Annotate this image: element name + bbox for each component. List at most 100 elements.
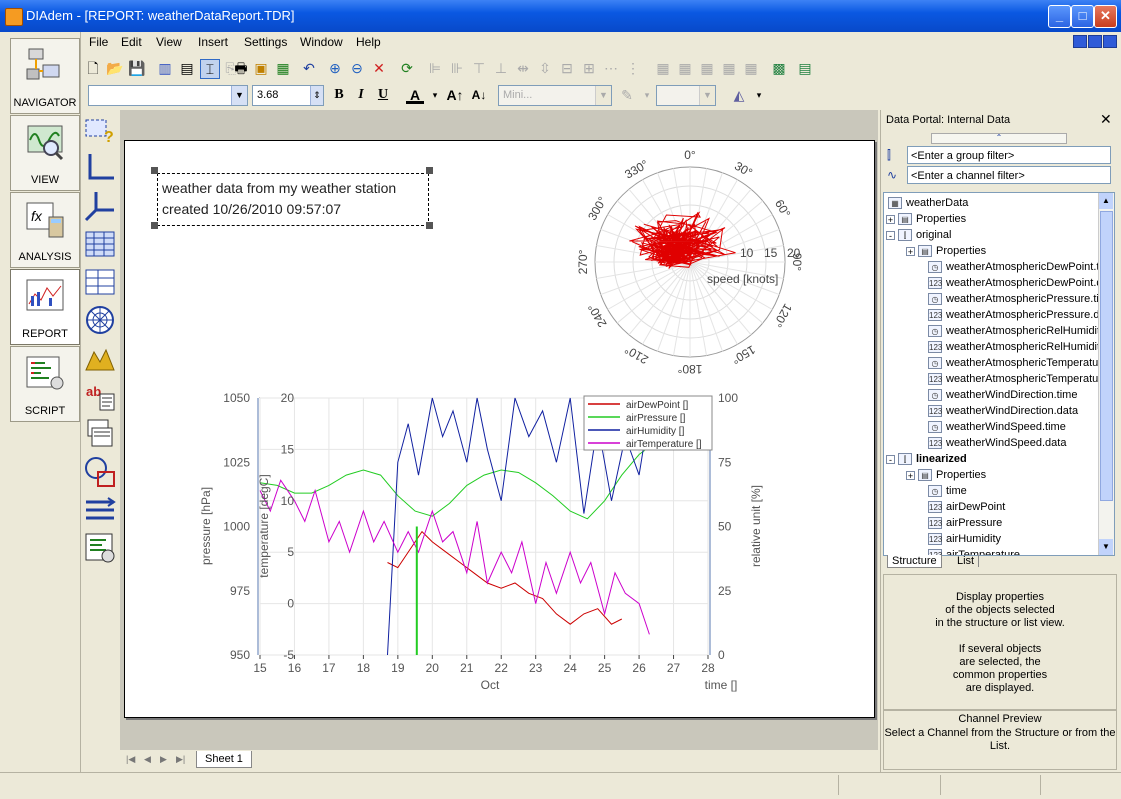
font-size-combo[interactable]: 3.68 ⇕ — [252, 85, 324, 106]
same-height-icon[interactable]: ⊞ — [580, 59, 598, 77]
tree-node[interactable]: ◷ weatherWindDirection.time — [928, 387, 1077, 403]
align-top-icon[interactable]: ⊤ — [470, 59, 488, 77]
tree-node[interactable]: 123 weatherAtmosphericPressure.d — [928, 307, 1099, 323]
script-object-icon[interactable] — [84, 532, 116, 564]
tree-node[interactable]: ⫿ linearized — [898, 451, 967, 467]
grid-a-icon[interactable]: ▦ — [654, 59, 672, 77]
tree-node[interactable]: 123 weatherAtmosphericTemperatu — [928, 371, 1098, 387]
tree-node[interactable]: 123 weatherWindSpeed.data — [928, 435, 1066, 451]
grow-font-icon[interactable]: A↑ — [446, 86, 464, 104]
menu-view[interactable]: View — [156, 35, 182, 49]
tab-structure[interactable]: Structure — [887, 555, 942, 568]
analysis-button[interactable]: fx ANALYSIS — [10, 192, 80, 268]
scroll-down-icon[interactable]: ▼ — [1099, 539, 1113, 555]
delete-icon[interactable]: ✕ — [370, 59, 388, 77]
line-color-icon[interactable]: ✎ — [618, 86, 636, 104]
font-color-dropdown-icon[interactable]: ▾ — [426, 86, 444, 104]
3d-axis-icon[interactable] — [84, 190, 116, 222]
resize-handle[interactable] — [151, 167, 158, 174]
mdi-minimize-button[interactable] — [1073, 35, 1087, 48]
chevron-down-icon[interactable]: ▼ — [595, 86, 611, 105]
menu-help[interactable]: Help — [356, 35, 381, 49]
frame-help-icon[interactable]: ? — [84, 114, 116, 146]
tree-node[interactable]: ▤ Properties — [918, 467, 986, 483]
grid-d-icon[interactable]: ▦ — [720, 59, 738, 77]
insert-image-icon[interactable]: ▩ — [770, 59, 788, 77]
font-name-combo[interactable]: ▼ — [88, 85, 248, 106]
portal-close-icon[interactable]: ✕ — [1100, 111, 1112, 128]
mdi-restore-button[interactable] — [1088, 35, 1102, 48]
grid-b-icon[interactable]: ▦ — [676, 59, 694, 77]
refresh-icon[interactable]: ⟳ — [398, 59, 416, 77]
print-icon[interactable]: 🖶 — [232, 59, 250, 77]
tree-node[interactable]: 123 airPressure — [928, 515, 1002, 531]
align-left-icon[interactable]: ⊫ — [426, 59, 444, 77]
expand-icon[interactable]: + — [886, 215, 895, 225]
lines-icon[interactable] — [84, 494, 116, 526]
new-icon[interactable]: 🗋 — [84, 59, 102, 77]
text-tool-icon[interactable]: ab — [84, 380, 116, 412]
tree-node[interactable]: ◷ weatherAtmosphericPressure.ti — [928, 291, 1099, 307]
tab-list[interactable]: List — [953, 555, 980, 567]
sheet-tab[interactable]: Sheet 1 — [196, 751, 252, 768]
collapse-node-icon[interactable]: - — [886, 231, 895, 241]
next-sheet-icon[interactable]: ▶ — [160, 754, 167, 765]
zoom-in-icon[interactable]: ⊕ — [326, 59, 344, 77]
tree-node[interactable]: ▤ Properties — [898, 211, 966, 227]
expand-icon[interactable]: + — [906, 247, 915, 257]
menu-file[interactable]: File — [89, 35, 108, 49]
resize-handle[interactable] — [426, 222, 433, 229]
comment-text-box[interactable]: weather data from my weather station cre… — [157, 173, 429, 226]
tree-node[interactable]: ▦ weatherData — [888, 195, 968, 211]
chart-icon[interactable]: ▥ — [156, 59, 174, 77]
navigator-button[interactable]: NAVIGATOR — [10, 38, 80, 114]
tree-node[interactable]: ◷ weatherAtmosphericDewPoint.t — [928, 259, 1099, 275]
open-icon[interactable]: 📂 — [106, 59, 124, 77]
tree-node[interactable]: 123 weatherAtmosphericRelHumidity — [928, 339, 1106, 355]
align-right-icon[interactable]: ⊪ — [448, 59, 466, 77]
pages-icon[interactable] — [84, 418, 116, 450]
expand-icon[interactable]: + — [906, 471, 915, 481]
print-preview-icon[interactable]: ▣ — [252, 59, 270, 77]
line-width-combo[interactable]: ▼ — [656, 85, 716, 106]
table-icon[interactable]: ▤ — [796, 59, 814, 77]
space-v-icon[interactable]: ⋮ — [624, 59, 642, 77]
app-icon[interactable] — [5, 8, 23, 26]
menu-insert[interactable]: Insert — [198, 35, 228, 49]
chevron-down-icon[interactable]: ▼ — [231, 86, 247, 105]
resize-handle[interactable] — [151, 222, 158, 229]
shrink-font-icon[interactable]: A↓ — [470, 86, 488, 104]
space-h-icon[interactable]: ⋯ — [602, 59, 620, 77]
first-sheet-icon[interactable]: |◀ — [126, 754, 135, 765]
polar-axis-icon[interactable] — [84, 304, 116, 336]
center-h-icon[interactable]: ⇹ — [514, 59, 532, 77]
polar-chart[interactable]: 0°30°60°90°120°150°180°210°240°270°300°3… — [560, 142, 830, 392]
tree-node[interactable]: 123 weatherAtmosphericDewPoint.d — [928, 275, 1103, 291]
select-icon[interactable]: ⌶ — [200, 59, 220, 79]
tree-node[interactable]: 123 airHumidity — [928, 531, 1001, 547]
group-filter-input[interactable]: <Enter a group filter> — [907, 146, 1111, 164]
grid-c-icon[interactable]: ▦ — [698, 59, 716, 77]
underline-button[interactable]: U — [374, 86, 392, 104]
fill-dropdown-icon[interactable]: ▾ — [750, 86, 768, 104]
tree-node[interactable]: 123 weatherWindDirection.data — [928, 403, 1078, 419]
collapse-icon[interactable]: ⌃ — [931, 133, 1067, 144]
script-button[interactable]: SCRIPT — [10, 346, 80, 422]
bold-button[interactable]: B — [330, 86, 348, 104]
minimize-button[interactable]: _ — [1048, 5, 1071, 28]
tree-node[interactable]: 123 airDewPoint — [928, 499, 1005, 515]
last-sheet-icon[interactable]: ▶| — [176, 754, 185, 765]
grid-e-icon[interactable]: ▦ — [742, 59, 760, 77]
3d-surface-icon[interactable] — [84, 342, 116, 374]
italic-button[interactable]: I — [352, 86, 370, 104]
mdi-close-button[interactable] — [1103, 35, 1117, 48]
center-v-icon[interactable]: ⇳ — [536, 59, 554, 77]
view-button[interactable]: VIEW — [10, 115, 80, 191]
table-tool-icon[interactable] — [84, 228, 116, 260]
font-color-button[interactable]: A — [406, 86, 424, 104]
report-button[interactable]: REPORT — [10, 269, 80, 345]
scroll-up-icon[interactable]: ▲ — [1099, 193, 1113, 209]
menu-window[interactable]: Window — [300, 35, 343, 49]
style-combo[interactable]: Mini... ▼ — [498, 85, 612, 106]
shapes-icon[interactable] — [84, 456, 116, 488]
